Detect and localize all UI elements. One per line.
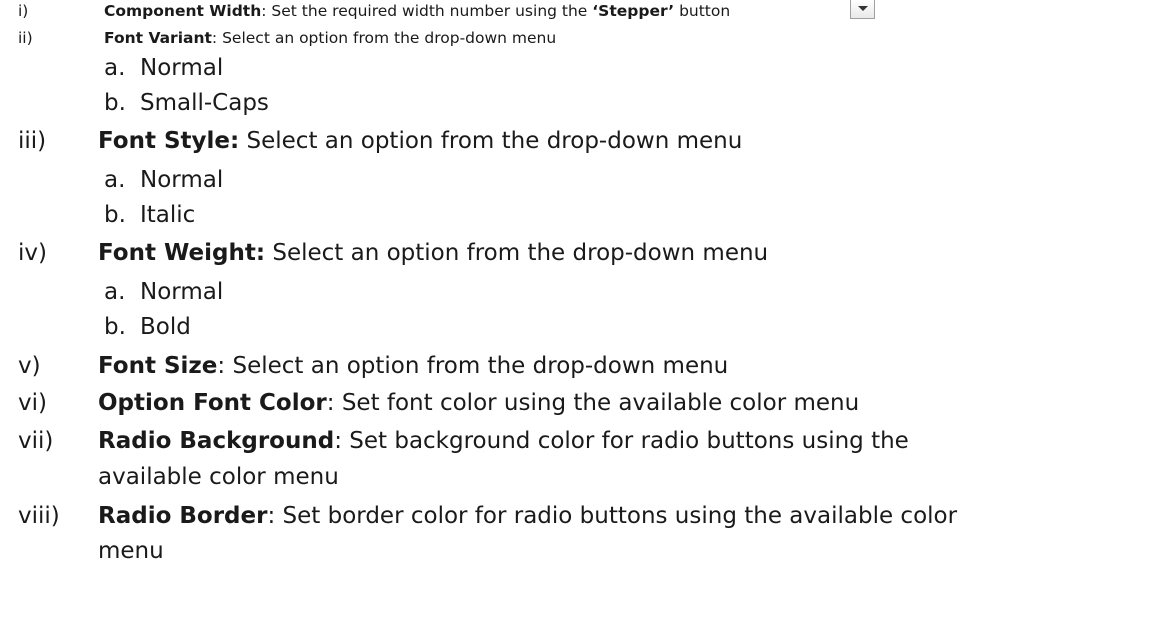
item-number: vii) <box>18 428 54 454</box>
item-label: Component Width <box>104 2 262 20</box>
option-normal: Normal <box>140 167 224 193</box>
document: i) Component Width: Set the required wid… <box>18 0 958 564</box>
item-text: Set font color using the available color… <box>341 390 860 416</box>
item-label: Font Size <box>98 353 218 379</box>
item-number: ii) <box>18 29 33 47</box>
option-normal: Normal <box>140 55 224 81</box>
item-label: Option Font Color <box>98 390 327 416</box>
item-text-continuation: available color menu <box>98 464 339 490</box>
item-text-continuation: menu <box>98 538 164 564</box>
item-label: Radio Background <box>98 428 335 454</box>
item-number: i) <box>18 2 29 20</box>
stepper-reference: ‘Stepper’ <box>592 2 675 20</box>
item-text: Select an option from the drop-down menu <box>222 29 557 47</box>
item-text: Select an option from the drop-down menu <box>232 353 729 379</box>
item-text: Select an option from the drop-down menu <box>246 128 743 154</box>
item-label: Font Weight: <box>98 240 266 266</box>
option-bold: Bold <box>140 314 191 340</box>
item-number: vi) <box>18 390 47 416</box>
option-italic: Italic <box>140 202 196 228</box>
chevron-down-icon <box>858 6 868 11</box>
item-label: Radio Border <box>98 503 268 529</box>
item-text: Select an option from the drop-down menu <box>272 240 769 266</box>
item-number: viii) <box>18 503 60 529</box>
item-label: Font Style: <box>98 128 240 154</box>
option-normal: Normal <box>140 279 224 305</box>
item-number: v) <box>18 353 41 379</box>
option-small-caps: Small-Caps <box>140 90 269 116</box>
item-text: Set background color for radio buttons u… <box>349 428 909 454</box>
stepper-button[interactable] <box>850 0 875 19</box>
item-text: Set the required width number using the <box>271 2 593 20</box>
item-number: iii) <box>18 128 47 154</box>
item-label: Font Variant <box>104 29 212 47</box>
item-text: Set border color for radio buttons using… <box>282 503 958 529</box>
item-number: iv) <box>18 240 47 266</box>
